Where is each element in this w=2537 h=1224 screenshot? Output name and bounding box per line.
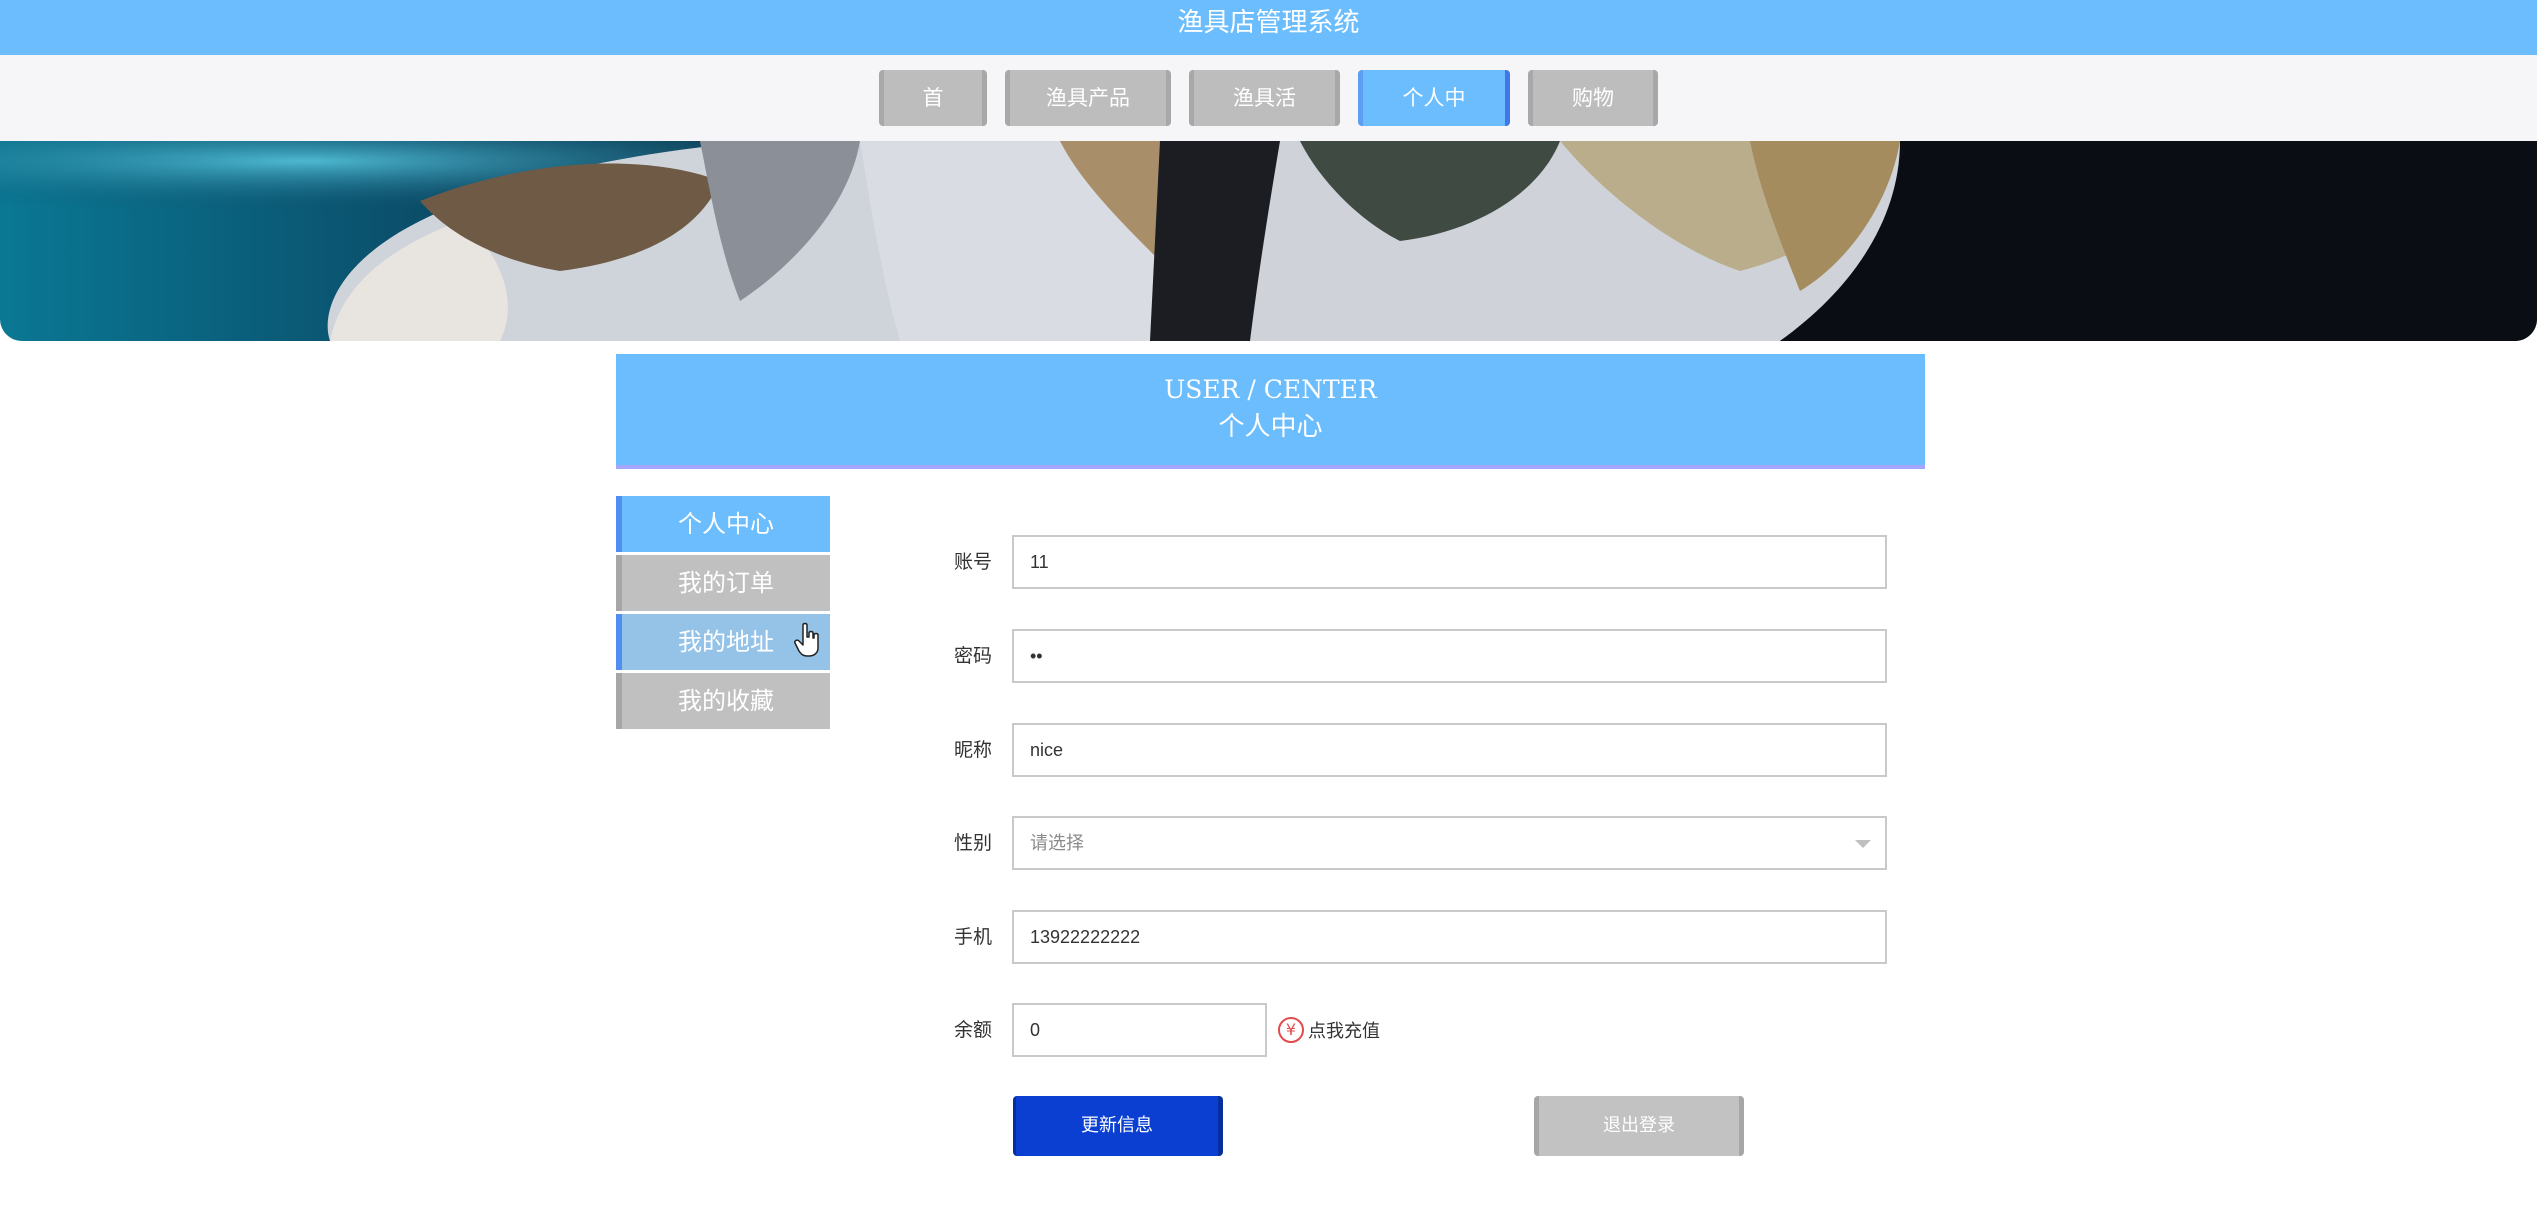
row-phone: 手机 13922222222 [940, 910, 1890, 964]
main-nav: 首页 渔具产品 渔具活动 个人中心 购物车 [0, 55, 2537, 166]
side-item-my-orders[interactable]: 我的订单 [616, 555, 830, 611]
nav-item-activities[interactable]: 渔具活动 [1189, 70, 1340, 166]
balance-label: 余额 [954, 1019, 993, 1041]
nav-item-cart[interactable]: 购物车 [1528, 70, 1658, 166]
gender-label: 性别 [954, 832, 993, 854]
account-label: 账号 [954, 551, 993, 573]
phone-label: 手机 [954, 926, 993, 948]
update-info-button[interactable]: 更新信息 [1013, 1096, 1223, 1156]
nav-item-products[interactable]: 渔具产品 [1005, 70, 1171, 126]
nav-item-user-center[interactable]: 个人中心 [1358, 70, 1510, 166]
gender-placeholder: 请选择 [1030, 833, 1084, 853]
sea-turtle-banner [0, 141, 2537, 341]
side-menu: 个人中心 我的订单 我的地址 我的收藏 [616, 496, 830, 732]
side-item-my-favorites[interactable]: 我的收藏 [616, 673, 830, 729]
row-account: 账号 11 [940, 535, 1890, 589]
section-title-en: USER / CENTER [1164, 375, 1377, 404]
password-label: 密码 [954, 645, 993, 667]
nickname-label: 昵称 [954, 739, 993, 761]
row-gender: 性别 请选择 [940, 816, 1890, 870]
app-root: 渔具店管理系统 首页 渔具产品 渔具活动 个人中心 购物车 [0, 0, 2537, 1224]
section-title-cn: 个人中心 [1218, 412, 1323, 442]
balance-input[interactable]: 0 [1012, 1003, 1267, 1057]
logout-button[interactable]: 退出登录 [1534, 1096, 1744, 1156]
phone-input[interactable]: 13922222222 [1012, 910, 1887, 964]
nickname-input[interactable]: nice [1012, 723, 1887, 777]
password-input[interactable]: •• [1012, 629, 1887, 683]
nav-item-home[interactable]: 首页 [879, 70, 987, 166]
hand-cursor-icon [794, 622, 819, 657]
row-balance: 余额 0 ¥ 点我充值 [940, 1003, 1890, 1057]
recharge-link[interactable]: ¥ 点我充值 [1278, 1013, 1380, 1047]
row-password: 密码 •• [940, 629, 1890, 683]
gender-select[interactable]: 请选择 [1012, 816, 1887, 870]
row-nickname: 昵称 nice [940, 723, 1890, 777]
section-header: USER / CENTER 个人中心 [616, 354, 1925, 469]
yen-coin-icon: ¥ [1278, 1017, 1304, 1043]
app-title: 渔具店管理系统 [0, 0, 2537, 55]
chevron-down-icon [1855, 840, 1871, 848]
banner-image [0, 141, 2537, 341]
recharge-label: 点我充值 [1308, 1021, 1380, 1042]
side-item-user-center[interactable]: 个人中心 [616, 496, 830, 552]
account-input[interactable]: 11 [1012, 535, 1887, 589]
